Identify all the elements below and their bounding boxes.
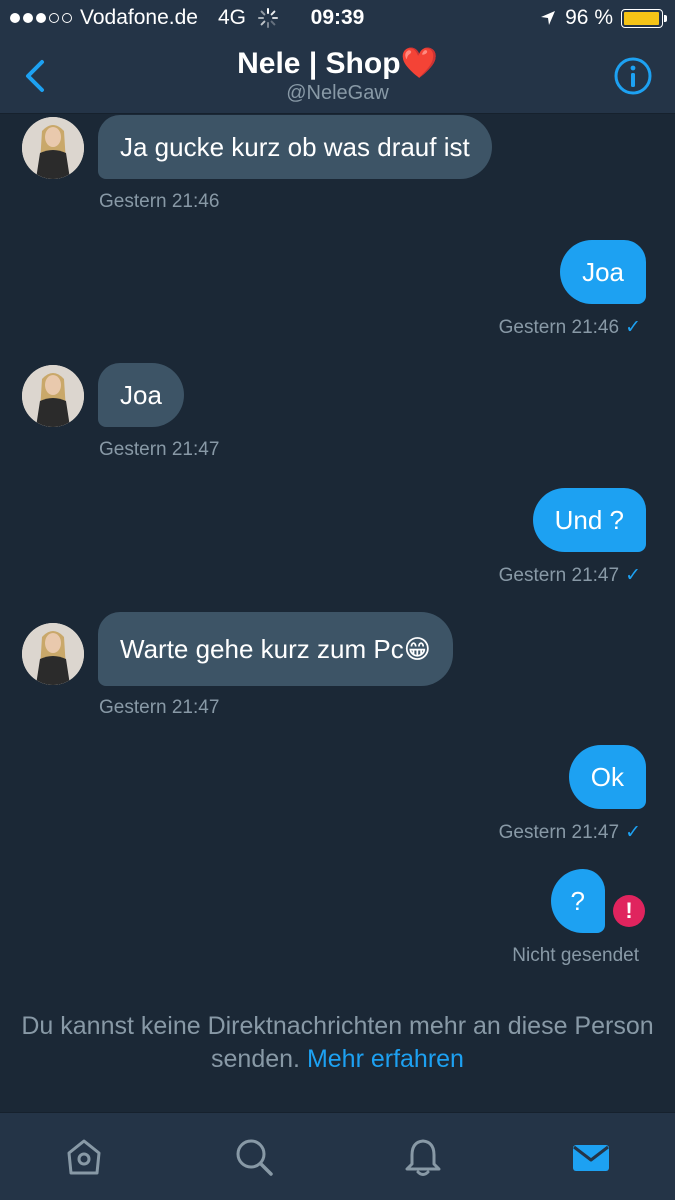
tab-bar <box>0 1112 675 1200</box>
message-bubble-outgoing-failed[interactable]: ? <box>550 869 605 933</box>
message-bubble-incoming[interactable]: Joa <box>98 363 184 427</box>
avatar-photo-icon <box>22 117 84 179</box>
messages-icon <box>573 1145 609 1171</box>
tab-messages[interactable] <box>571 1137 611 1177</box>
message-bubble-incoming[interactable]: Warte gehe kurz zum Pc😁 <box>98 612 453 686</box>
search-icon <box>236 1139 273 1176</box>
battery-icon <box>621 8 667 28</box>
heart-emoji: ❤️ <box>400 47 438 80</box>
avatar-photo-icon <box>22 623 84 685</box>
message-timestamp: Gestern 21:46 <box>498 317 620 338</box>
message-meta: Gestern 21:47 ✓ <box>499 564 641 587</box>
avatar[interactable] <box>22 365 84 427</box>
location-arrow-icon <box>541 11 556 25</box>
tab-search[interactable] <box>234 1137 274 1177</box>
learn-more-link[interactable]: Mehr erfahren <box>307 1045 464 1073</box>
error-icon[interactable]: ! <box>613 895 645 927</box>
conversation-name: Nele | Shop <box>237 47 401 80</box>
message-bubble-incoming[interactable]: Ja gucke kurz ob was drauf ist <box>98 115 492 179</box>
battery-level <box>624 11 659 25</box>
message-timestamp: Gestern 21:47 <box>99 697 220 718</box>
message-meta: Gestern 21:47 ✓ <box>499 821 641 844</box>
sent-check-icon: ✓ <box>625 822 641 843</box>
info-button[interactable] <box>613 56 653 96</box>
message-bubble-outgoing[interactable]: Und ? <box>532 488 646 552</box>
message-timestamp: Gestern 21:46 <box>99 191 220 212</box>
status-right: 96 % <box>539 6 667 30</box>
tab-home[interactable] <box>64 1137 104 1177</box>
notifications-icon <box>405 1139 441 1176</box>
info-icon <box>614 57 652 95</box>
avatar[interactable] <box>22 117 84 179</box>
avatar-photo-icon <box>22 365 84 427</box>
home-icon <box>67 1139 101 1175</box>
dm-restriction-notice: Du kannst keine Direktnachrichten mehr a… <box>20 1010 655 1076</box>
message-timestamp: Gestern 21:47 <box>498 822 620 843</box>
sent-check-icon: ✓ <box>625 565 641 586</box>
message-timestamp: Gestern 21:47 <box>498 565 620 586</box>
battery-percent: 96 % <box>565 6 613 29</box>
message-bubble-outgoing[interactable]: Joa <box>560 240 646 304</box>
status-bar: Vodafone.de 4G 09:39 96 % <box>0 0 675 36</box>
message-meta: Gestern 21:46 ✓ <box>499 316 641 339</box>
message-not-sent-label: Nicht gesendet <box>512 945 639 966</box>
avatar[interactable] <box>22 623 84 685</box>
message-bubble-outgoing[interactable]: Ok <box>568 745 646 809</box>
sent-check-icon: ✓ <box>625 317 641 338</box>
conversation-title: Nele | Shop❤️ <box>0 46 675 81</box>
message-timestamp: Gestern 21:47 <box>99 439 220 460</box>
conversation-handle: @NeleGaw <box>286 82 389 104</box>
tab-notifications[interactable] <box>403 1137 443 1177</box>
conversation-header: Nele | Shop❤️ @NeleGaw <box>0 36 675 114</box>
message-thread[interactable]: Ja gucke kurz ob was drauf ist Gestern 2… <box>0 115 675 1110</box>
